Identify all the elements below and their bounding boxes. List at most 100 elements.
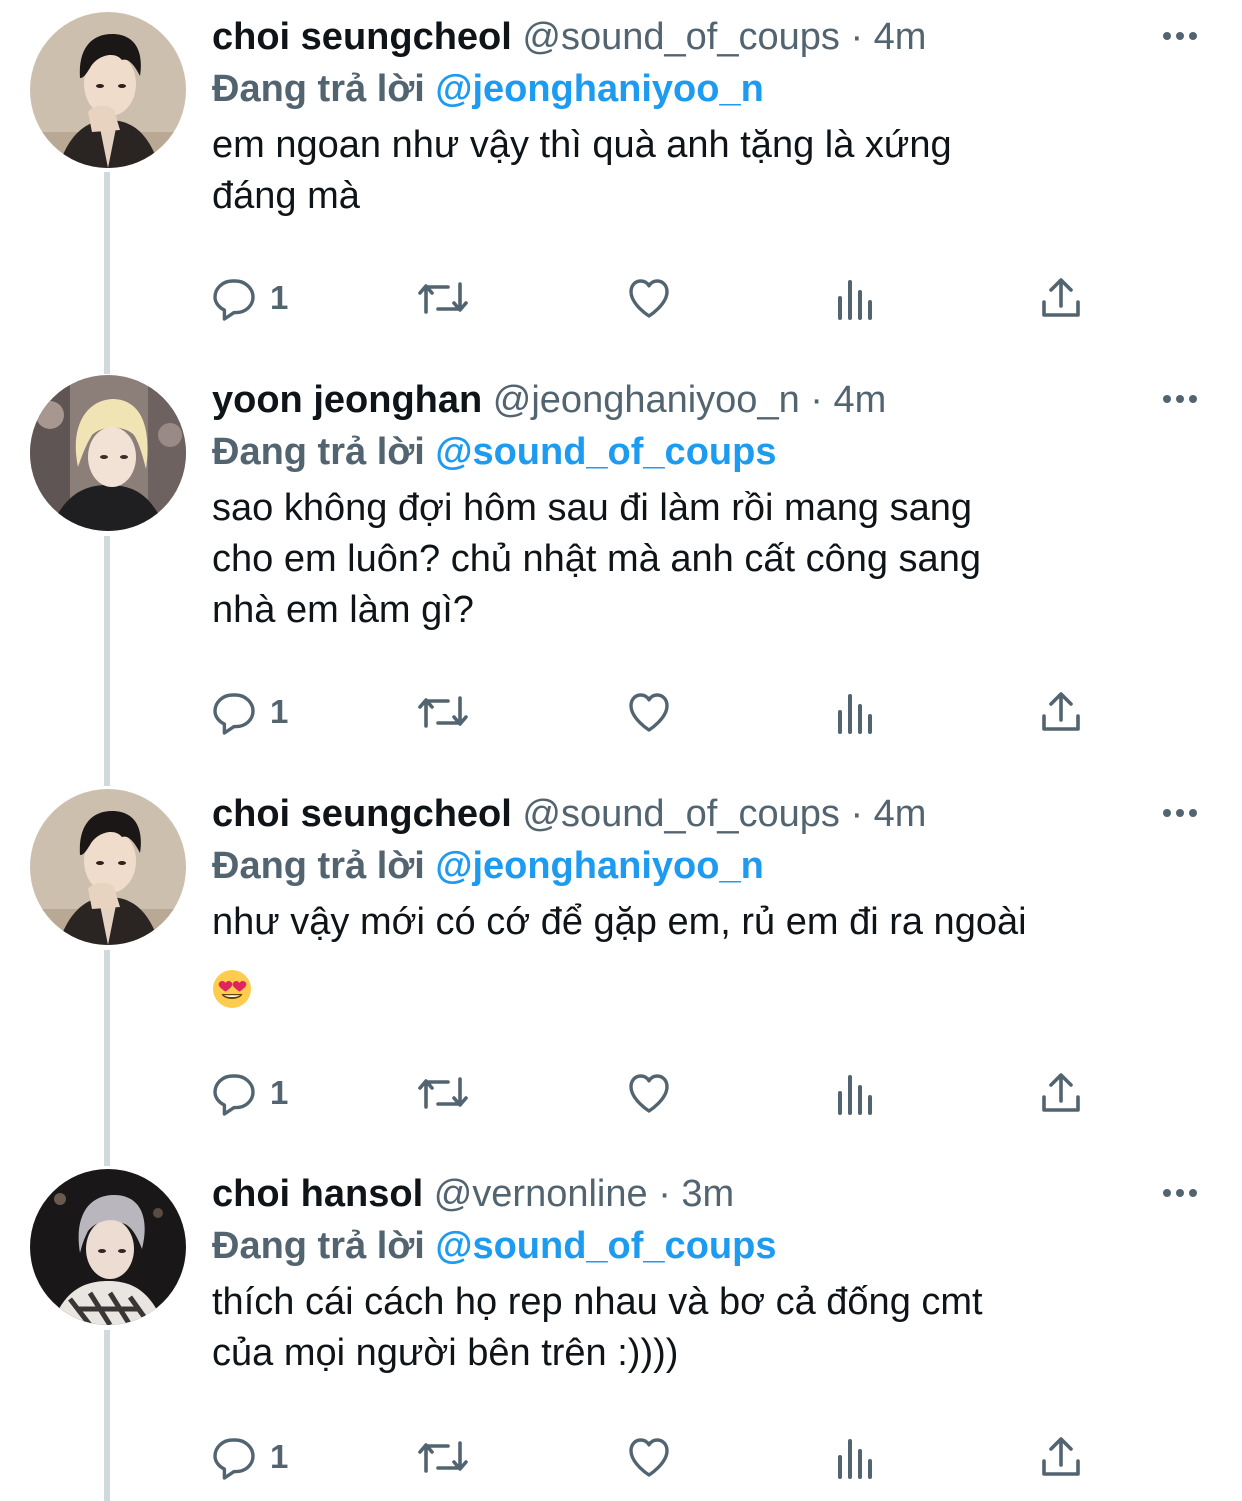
share-upload-icon — [1042, 278, 1080, 317]
tweet-text-line: cho em luôn? chủ nhật mà anh cất công sa… — [212, 538, 981, 580]
reply-prefix: Đang trả lời — [212, 68, 425, 110]
heart-icon — [629, 1438, 669, 1477]
tweet-text-line: sao không đợi hôm sau đi làm rồi mang sa… — [212, 487, 972, 529]
avatar[interactable] — [30, 375, 186, 531]
heart-icon — [629, 279, 669, 318]
action-bar: 1 — [210, 1427, 1110, 1487]
analytics-button[interactable] — [834, 1427, 878, 1487]
tweet-text: sao không đợi hôm sau đi làm rồi mang sa… — [212, 483, 1202, 636]
reply-button[interactable]: 1 — [210, 1063, 288, 1123]
share-upload-icon — [1042, 1073, 1080, 1112]
timestamp[interactable]: 4m — [874, 16, 927, 58]
retweet-button[interactable] — [414, 268, 472, 328]
bar-chart-icon — [838, 1075, 872, 1115]
display-name[interactable]: choi seungcheol — [212, 793, 512, 835]
avatar-silver-hair-man — [30, 1169, 186, 1325]
retweet-button[interactable] — [414, 682, 472, 742]
more-dots-icon[interactable] — [1156, 16, 1204, 56]
tweet[interactable]: choi seungcheol @sound_of_coups · 4m Đan… — [0, 12, 1242, 352]
separator-dot: · — [850, 16, 864, 58]
reply-prefix: Đang trả lời — [212, 845, 425, 887]
user-handle[interactable]: @sound_of_coups — [522, 16, 839, 58]
bar-chart-icon — [838, 694, 872, 734]
tweet-header: choi hansol @vernonline · 3m — [212, 1169, 734, 1219]
separator-dot: · — [850, 793, 864, 835]
action-bar: 1 — [210, 1063, 1110, 1123]
bar-chart-icon — [838, 1439, 872, 1479]
tweet[interactable]: choi seungcheol @sound_of_coups · 4m Đan… — [0, 789, 1242, 1159]
user-handle[interactable]: @vernonline — [434, 1173, 648, 1215]
avatar[interactable] — [30, 789, 186, 945]
tweet[interactable]: choi hansol @vernonline · 3m Đang trả lờ… — [0, 1169, 1242, 1501]
analytics-button[interactable] — [834, 268, 878, 328]
emoji-line — [212, 962, 1202, 1013]
tweet-text-line: của mọi người bên trên :)))) — [212, 1332, 679, 1374]
tweet-text: như vậy mới có cớ để gặp em, rủ em đi ra… — [212, 897, 1202, 1013]
share-upload-icon — [1042, 1437, 1080, 1476]
tweet-text: thích cái cách họ rep nhau và bơ cả đống… — [212, 1277, 1202, 1379]
display-name[interactable]: choi hansol — [212, 1173, 423, 1215]
display-name[interactable]: yoon jeonghan — [212, 379, 482, 421]
reply-button[interactable]: 1 — [210, 1427, 288, 1487]
user-handle[interactable]: @sound_of_coups — [522, 793, 839, 835]
speech-bubble-icon — [213, 1438, 255, 1480]
reply-to-mention[interactable]: @sound_of_coups — [435, 1225, 776, 1267]
tweet[interactable]: yoon jeonghan @jeonghaniyoo_n · 4m Đang … — [0, 375, 1242, 775]
analytics-button[interactable] — [834, 682, 878, 742]
reply-count: 1 — [270, 1074, 289, 1111]
timestamp[interactable]: 4m — [834, 379, 887, 421]
like-button[interactable] — [624, 268, 674, 328]
speech-bubble-icon — [213, 279, 255, 321]
action-bar: 1 — [210, 268, 1110, 328]
tweet-header: yoon jeonghan @jeonghaniyoo_n · 4m — [212, 375, 886, 425]
reply-count: 1 — [270, 693, 289, 730]
bar-chart-icon — [838, 280, 872, 320]
share-button[interactable] — [1038, 268, 1084, 328]
share-upload-icon — [1042, 692, 1080, 731]
tweet-text-line: như vậy mới có cớ để gặp em, rủ em đi ra… — [212, 901, 1027, 943]
reply-count: 1 — [270, 279, 289, 316]
more-dots-icon[interactable] — [1156, 1173, 1204, 1213]
avatar[interactable] — [30, 1169, 186, 1325]
analytics-button[interactable] — [834, 1063, 878, 1123]
tweet-text-line: nhà em làm gì? — [212, 589, 474, 631]
separator-dot: · — [810, 379, 823, 421]
reply-to-mention[interactable]: @jeonghaniyoo_n — [435, 845, 763, 887]
like-button[interactable] — [624, 1063, 674, 1123]
retweet-arrows-icon — [418, 282, 468, 314]
reply-count: 1 — [270, 1438, 289, 1475]
timestamp[interactable]: 3m — [681, 1173, 734, 1215]
tweet-header: choi seungcheol @sound_of_coups · 4m — [212, 12, 926, 62]
retweet-button[interactable] — [414, 1063, 472, 1123]
more-dots-icon[interactable] — [1156, 379, 1204, 419]
share-button[interactable] — [1038, 1063, 1084, 1123]
smiling-face-with-heart-eyes-icon — [213, 969, 251, 1008]
avatar[interactable] — [30, 12, 186, 168]
retweet-arrows-icon — [418, 1441, 468, 1473]
tweet-text-line: em ngoan như vậy thì quà anh tặng là xứn… — [212, 124, 952, 166]
heart-icon — [629, 1074, 669, 1113]
reply-button[interactable]: 1 — [210, 268, 288, 328]
share-button[interactable] — [1038, 1427, 1084, 1487]
replying-to: Đang trả lời @jeonghaniyoo_n — [212, 64, 764, 114]
display-name[interactable]: choi seungcheol — [212, 16, 512, 58]
speech-bubble-icon — [213, 1074, 255, 1116]
retweet-button[interactable] — [414, 1427, 472, 1487]
replying-to: Đang trả lời @sound_of_coups — [212, 1221, 776, 1271]
tweet-text-line: đáng mà — [212, 175, 360, 217]
separator-dot: · — [658, 1173, 671, 1215]
more-dots-icon[interactable] — [1156, 793, 1204, 833]
action-bar: 1 — [210, 682, 1110, 742]
user-handle[interactable]: @jeonghaniyoo_n — [493, 379, 800, 421]
reply-button[interactable]: 1 — [210, 682, 288, 742]
reply-to-mention[interactable]: @jeonghaniyoo_n — [435, 68, 763, 110]
retweet-arrows-icon — [418, 1077, 468, 1109]
like-button[interactable] — [624, 682, 674, 742]
reply-prefix: Đang trả lời — [212, 1225, 425, 1267]
like-button[interactable] — [624, 1427, 674, 1487]
timestamp[interactable]: 4m — [874, 793, 927, 835]
reply-to-mention[interactable]: @sound_of_coups — [435, 431, 776, 473]
retweet-arrows-icon — [418, 696, 468, 728]
share-button[interactable] — [1038, 682, 1084, 742]
replying-to: Đang trả lời @jeonghaniyoo_n — [212, 841, 764, 891]
